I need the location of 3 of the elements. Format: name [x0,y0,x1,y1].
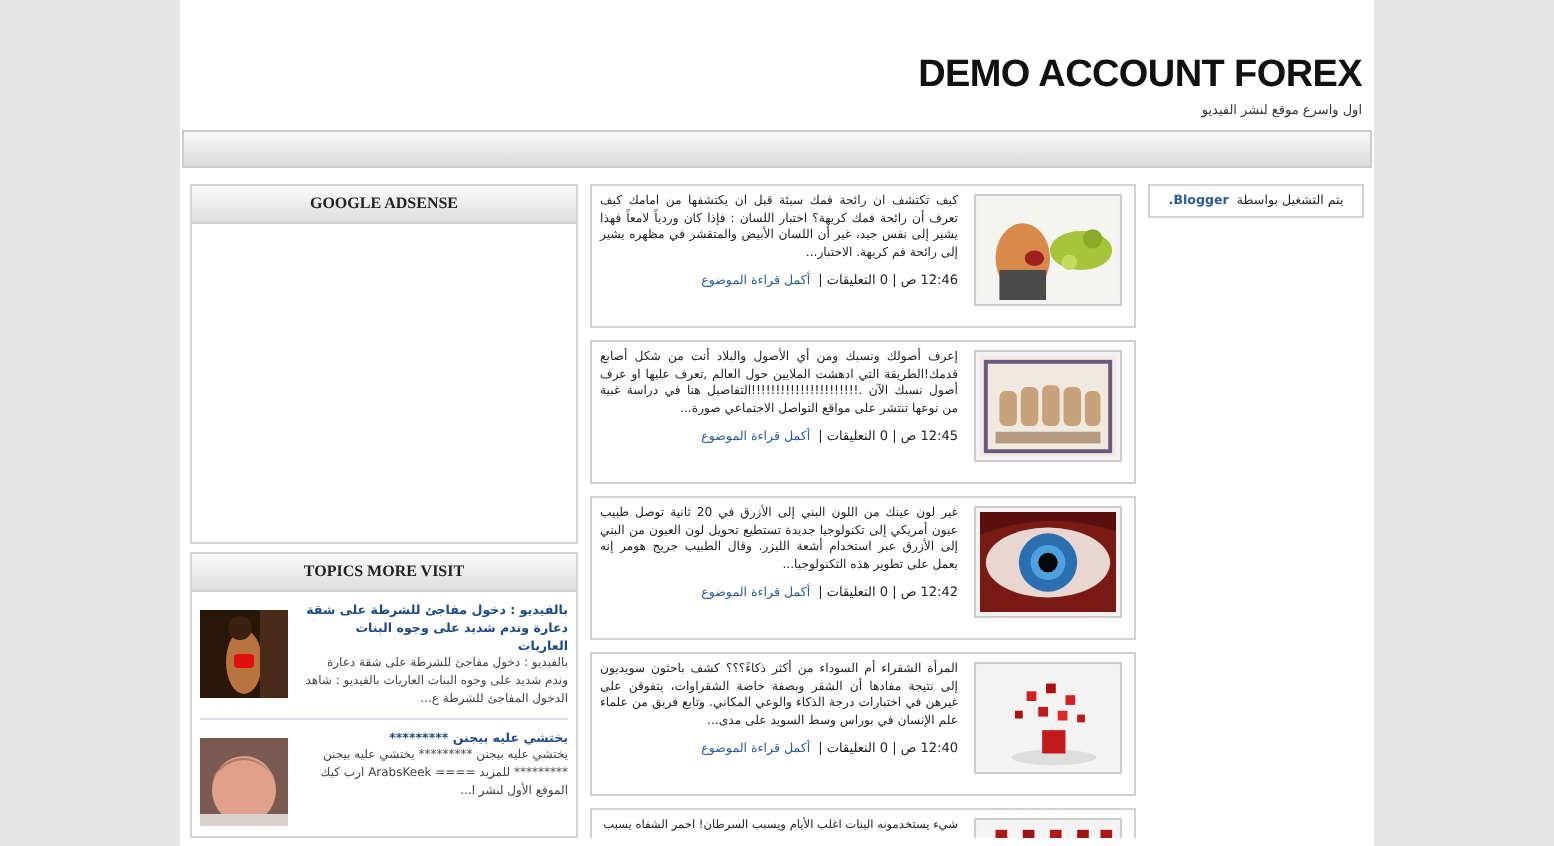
panel-heading: GOOGLE ADSENSE [192,185,576,224]
blog-title[interactable]: DEMO ACCOUNT FOREX [182,56,1362,94]
panel-heading: TOPICS MORE VISIT [192,553,576,592]
